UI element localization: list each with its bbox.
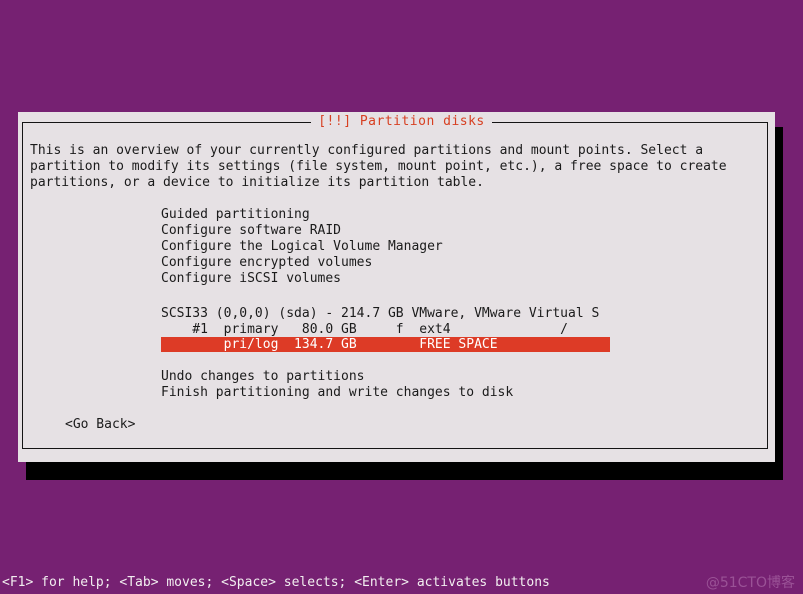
watermark-text: @51CTO博客: [705, 575, 795, 591]
partitioning-options-menu[interactable]: Guided partitioning Configure software R…: [161, 207, 443, 287]
intro-description: This is an overview of your currently co…: [30, 143, 727, 190]
go-back-button[interactable]: <Go Back>: [65, 417, 135, 433]
partition-row-free-space-selected[interactable]: pri/log 134.7 GB FREE SPACE: [161, 337, 610, 352]
help-status-bar: <F1> for help; <Tab> moves; <Space> sele…: [0, 572, 803, 594]
installer-screen: [!!] Partition disks This is an overview…: [0, 0, 803, 594]
partitioning-actions-menu[interactable]: Undo changes to partitions Finish partit…: [161, 369, 513, 401]
disk-header-row[interactable]: SCSI33 (0,0,0) (sda) - 214.7 GB VMware, …: [161, 306, 599, 322]
partition-row-primary-ext4[interactable]: #1 primary 80.0 GB f ext4 /: [161, 322, 568, 338]
help-shortcuts-text: <F1> for help; <Tab> moves; <Space> sele…: [2, 575, 550, 590]
